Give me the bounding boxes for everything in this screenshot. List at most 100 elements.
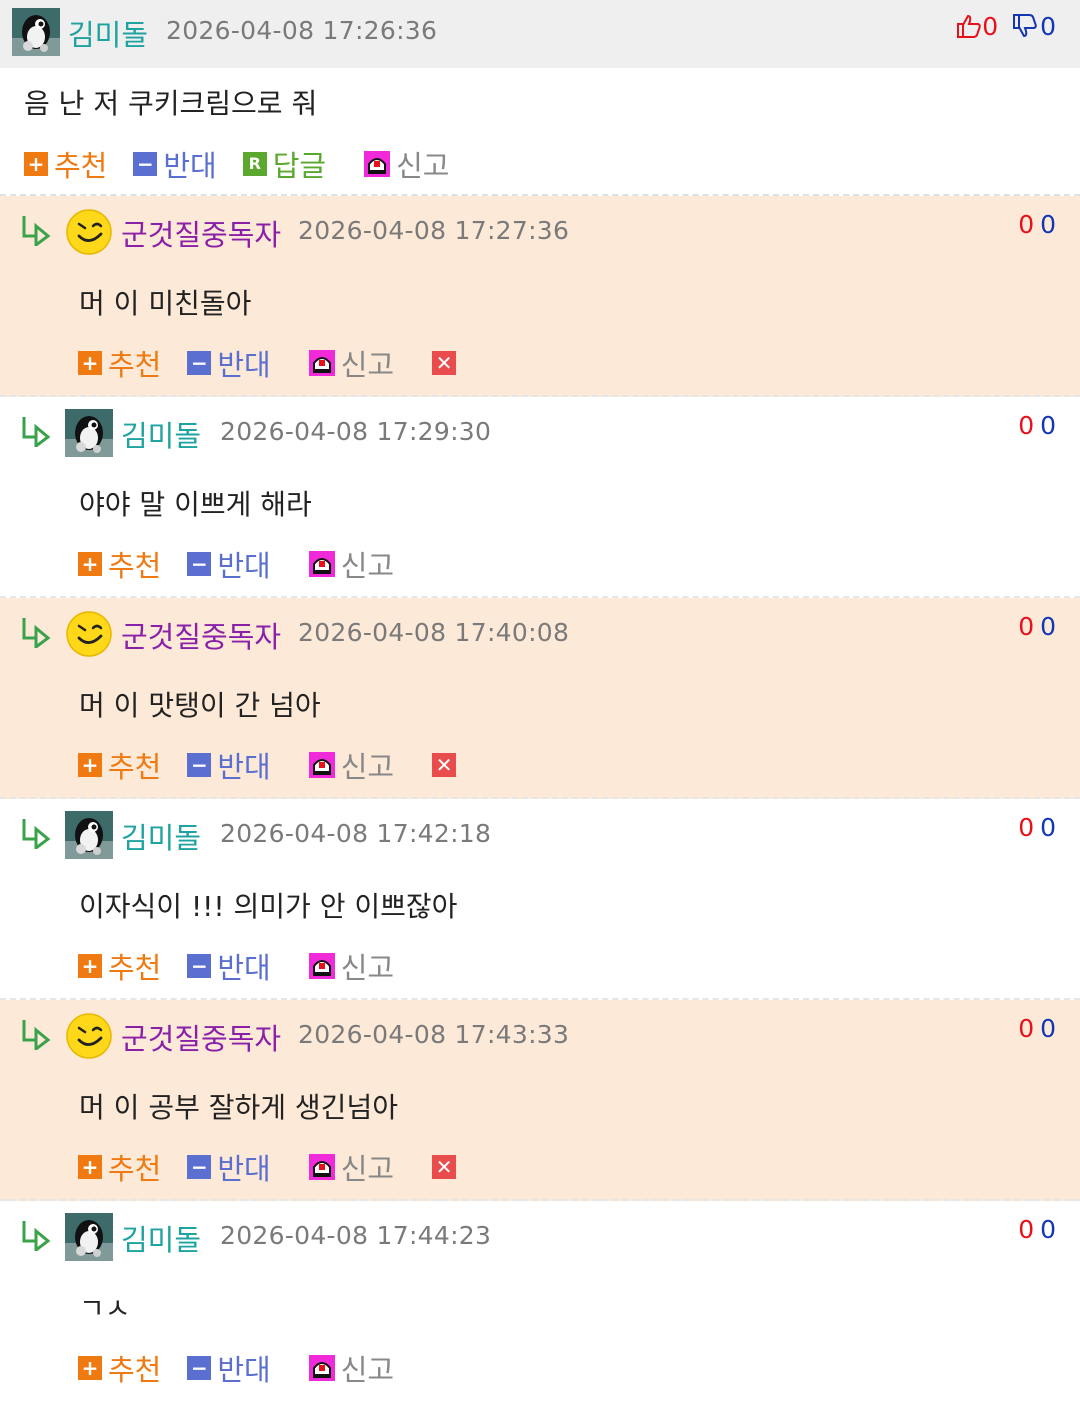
timestamp: 2026-04-08 17:27:36 <box>298 216 570 245</box>
report-button[interactable]: 신고 <box>309 1146 394 1188</box>
siren-icon <box>309 953 335 979</box>
recommend-button[interactable]: + 추천 <box>78 543 161 585</box>
downvote-count: 0 <box>1040 210 1056 239</box>
oppose-button[interactable]: − 반대 <box>187 1146 271 1188</box>
timestamp: 2026-04-08 17:29:30 <box>220 417 492 446</box>
report-label: 신고 <box>340 1353 395 1387</box>
siren-icon <box>364 151 390 177</box>
penguin-avatar-icon[interactable] <box>12 8 60 56</box>
report-button[interactable]: 신고 <box>309 342 394 384</box>
minus-icon: − <box>187 753 212 777</box>
recommend-label: 추천 <box>54 149 108 183</box>
report-button[interactable]: 신고 <box>309 543 394 585</box>
plus-icon: + <box>78 753 102 777</box>
reply-list: 군것질중독자 2026-04-08 17:27:36 00 머 이 미친돌아 +… <box>0 196 1080 1402</box>
recommend-button[interactable]: + 추천 <box>78 744 161 786</box>
nickname[interactable]: 김미돌 <box>121 1217 201 1259</box>
nickname[interactable]: 군것질중독자 <box>121 614 281 656</box>
minus-icon: − <box>187 1356 212 1380</box>
delete-button[interactable]: ✕ <box>420 753 462 777</box>
downvote-count: 0 <box>1040 1014 1056 1043</box>
plus-icon: + <box>24 152 48 176</box>
reply-actions: + 추천 − 반대 신고 <box>78 1347 420 1389</box>
smiley-avatar-icon[interactable] <box>65 610 113 658</box>
smiley-avatar-icon[interactable] <box>65 1012 113 1060</box>
recommend-label: 추천 <box>108 549 162 583</box>
oppose-button[interactable]: − 반대 <box>187 1347 271 1389</box>
upvote-count: 0 <box>1018 612 1035 641</box>
nickname[interactable]: 김미돌 <box>121 413 201 455</box>
oppose-button[interactable]: − 반대 <box>187 744 271 786</box>
nickname[interactable]: 군것질중독자 <box>121 1016 281 1058</box>
oppose-button[interactable]: − 반대 <box>187 543 271 585</box>
penguin-avatar-icon[interactable] <box>65 811 113 859</box>
oppose-label: 반대 <box>217 1353 271 1387</box>
report-button[interactable]: 신고 <box>309 744 394 786</box>
recommend-label: 추천 <box>108 1353 162 1387</box>
vote-count: 00 <box>1018 210 1056 239</box>
report-label: 신고 <box>396 149 450 183</box>
siren-icon <box>309 1355 335 1381</box>
vote-count: 00 <box>1018 612 1056 641</box>
recommend-button[interactable]: + 추천 <box>78 945 161 987</box>
report-label: 신고 <box>340 951 395 985</box>
comment-header: 김미돌 2026-04-08 17:26:36 0 0 <box>0 0 1080 68</box>
downvote-count: 0 <box>1040 1215 1056 1244</box>
nickname[interactable]: 군것질중독자 <box>121 212 281 254</box>
siren-icon <box>309 350 335 376</box>
siren-icon <box>309 752 335 778</box>
reply-text: 머 이 미친돌아 <box>79 287 252 320</box>
reply-text: ㄱㅅ <box>79 1292 131 1325</box>
reply-item: 김미돌 2026-04-08 17:29:30 00 야야 말 이쁘게 해라 +… <box>0 397 1080 598</box>
siren-icon <box>309 1154 335 1180</box>
reply-label: 답글 <box>272 149 327 183</box>
vote-count: 00 <box>1018 1215 1056 1244</box>
oppose-label: 반대 <box>217 348 271 382</box>
reply-arrow-icon <box>20 415 54 447</box>
downvote-count: 0 <box>1040 12 1056 41</box>
minus-icon: − <box>133 152 158 176</box>
penguin-avatar-icon[interactable] <box>65 409 113 457</box>
comment-actions: + 추천 − 반대 R 답글 신고 <box>24 143 476 185</box>
recommend-button[interactable]: + 추천 <box>24 143 107 185</box>
close-icon: ✕ <box>432 753 457 777</box>
recommend-label: 추천 <box>108 348 162 382</box>
upvote-count: 0 <box>1018 813 1035 842</box>
comment-top: 김미돌 2026-04-08 17:26:36 0 0 음 난 저 쿠키크림으로… <box>0 0 1080 196</box>
recommend-button[interactable]: + 추천 <box>78 1146 161 1188</box>
penguin-avatar-icon[interactable] <box>65 1213 113 1261</box>
upvote-count: 0 <box>1018 1215 1035 1244</box>
siren-icon <box>309 551 335 577</box>
smiley-avatar-icon[interactable] <box>65 208 113 256</box>
timestamp: 2026-04-08 17:44:23 <box>220 1221 492 1250</box>
thumbs-up-icon <box>956 13 982 39</box>
nickname[interactable]: 김미돌 <box>68 12 148 54</box>
recommend-label: 추천 <box>108 951 162 985</box>
recommend-button[interactable]: + 추천 <box>78 342 161 384</box>
oppose-button[interactable]: − 반대 <box>187 945 271 987</box>
delete-button[interactable]: ✕ <box>420 1155 462 1179</box>
nickname[interactable]: 김미돌 <box>121 815 201 857</box>
oppose-label: 반대 <box>217 750 271 784</box>
reply-arrow-icon <box>20 616 54 648</box>
reply-actions: + 추천 − 반대 신고 <box>78 945 420 987</box>
reply-button[interactable]: R 답글 <box>242 143 327 185</box>
close-icon: ✕ <box>432 351 457 375</box>
recommend-label: 추천 <box>108 1152 162 1186</box>
delete-button[interactable]: ✕ <box>420 351 462 375</box>
oppose-button[interactable]: − 반대 <box>187 342 271 384</box>
report-button[interactable]: 신고 <box>309 1347 394 1389</box>
downvote-count: 0 <box>1040 411 1056 440</box>
report-button[interactable]: 신고 <box>309 945 394 987</box>
close-icon: ✕ <box>432 1155 457 1179</box>
report-label: 신고 <box>340 348 395 382</box>
oppose-label: 반대 <box>163 149 217 183</box>
report-label: 신고 <box>340 750 395 784</box>
minus-icon: − <box>187 1155 212 1179</box>
minus-icon: − <box>187 552 212 576</box>
recommend-button[interactable]: + 추천 <box>78 1347 161 1389</box>
report-label: 신고 <box>340 1152 395 1186</box>
vote-count: 00 <box>1018 813 1056 842</box>
report-button[interactable]: 신고 <box>364 143 450 185</box>
oppose-button[interactable]: − 반대 <box>133 143 217 185</box>
